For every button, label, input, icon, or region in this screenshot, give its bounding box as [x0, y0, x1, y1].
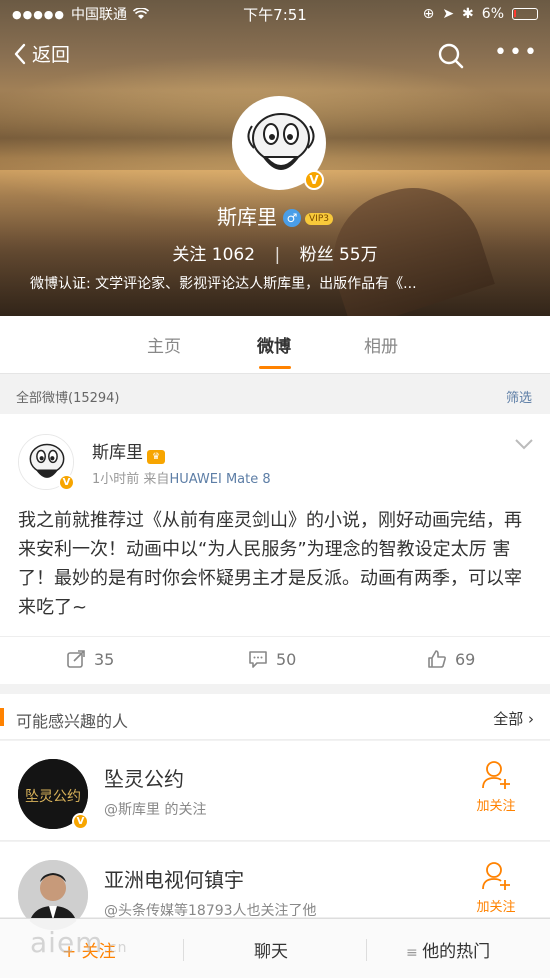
list-item[interactable]: 亚洲电视何镇宇 @头条传媒等18793人也关注了他 加关注: [0, 842, 550, 930]
recommend-name[interactable]: 坠灵公约: [104, 763, 184, 792]
verified-badge-icon: V: [304, 170, 324, 190]
following-stat[interactable]: 关注 1062: [172, 245, 255, 265]
filter-button[interactable]: 筛选: [506, 387, 532, 406]
add-follow-button[interactable]: 加关注: [468, 860, 524, 922]
verified-badge-icon: V: [58, 474, 75, 491]
following-count: 1062: [211, 245, 256, 265]
tab-home[interactable]: 主页: [147, 332, 181, 357]
add-follow-label: 加关注: [476, 900, 516, 915]
post-source-prefix: 来自: [143, 472, 170, 487]
bottom-divider: [366, 939, 367, 961]
post-author[interactable]: 斯库里 ♛: [92, 438, 165, 464]
tab-weibo[interactable]: 微博: [257, 332, 291, 357]
more-options-icon[interactable]: •••: [494, 42, 537, 68]
profile-cover: ●●●●● 中国联通 下午7:51 ⊕ ➤ ✱ 6% 返回 ••• V 斯库里 …: [0, 0, 550, 331]
watermark-suffix: .cn: [103, 940, 128, 956]
all-weibo-count: 全部微博(15294): [16, 391, 120, 406]
profile-name: 斯库里: [217, 205, 278, 229]
stats-divider: |: [274, 245, 281, 265]
add-user-icon: [482, 761, 510, 789]
recommend-desc: @头条传媒等18793人也关注了他: [104, 903, 317, 919]
repost-icon: [67, 650, 85, 668]
post-source[interactable]: HUAWEI Mate 8: [169, 472, 270, 487]
vip-crown-icon: ♛: [147, 450, 165, 464]
bluetooth-icon: ✱: [462, 6, 474, 22]
repost-button[interactable]: 35: [66, 649, 114, 669]
recommend-title: 可能感兴趣的人: [16, 712, 129, 731]
back-label: 返回: [32, 44, 71, 66]
hot-posts-label: 他的热门: [422, 942, 491, 962]
chevron-down-icon[interactable]: [514, 438, 534, 450]
post-meta: 1小时前 来自HUAWEI Mate 8: [92, 468, 271, 487]
repost-count: 35: [94, 649, 115, 669]
chevron-left-icon: [14, 43, 26, 64]
male-gender-icon: ♂: [283, 209, 302, 227]
list-item[interactable]: 坠灵公约 V 坠灵公约 @斯库里 的关注 加关注: [0, 741, 550, 841]
battery-icon: [512, 8, 538, 20]
back-button[interactable]: 返回: [14, 40, 70, 67]
post-text: 我之前就推荐过《从前有座灵剑山》的小说，刚好动画完结，再来安利一次！动画中以“为…: [18, 510, 522, 618]
add-user-icon: [482, 862, 510, 890]
location-icon: ➤: [442, 6, 455, 22]
recommend-all-label: 全部: [493, 710, 524, 728]
chevron-right-icon: ›: [528, 710, 534, 728]
bottom-divider: [183, 939, 184, 961]
section-accent-bar: [0, 708, 4, 726]
add-follow-button[interactable]: 加关注: [468, 759, 524, 821]
profile-page: ●●●●● 中国联通 下午7:51 ⊕ ➤ ✱ 6% 返回 ••• V 斯库里 …: [0, 0, 550, 978]
vip-badge[interactable]: VIP3: [305, 213, 333, 225]
verified-badge-icon: V: [72, 813, 89, 830]
menu-icon: ≡: [406, 945, 423, 961]
followers-stat[interactable]: 粉丝 55万: [300, 245, 378, 265]
nav-bar: 返回 •••: [0, 36, 550, 76]
profile-tabs: 主页 微博 相册: [0, 316, 550, 374]
add-follow-label: 加关注: [476, 799, 516, 814]
comment-icon: [249, 651, 267, 668]
chat-button[interactable]: 聊天: [254, 937, 288, 962]
watermark-main: aiem: [30, 926, 104, 959]
post-time: 1小时前: [92, 472, 140, 487]
tab-album[interactable]: 相册: [364, 332, 398, 357]
recommend-name[interactable]: 亚洲电视何镇宇: [104, 864, 244, 893]
hot-posts-button[interactable]: ≡ 他的热门: [406, 937, 490, 962]
filter-bar: 全部微博(15294) 筛选: [0, 375, 550, 413]
followers-label: 粉丝: [299, 245, 334, 265]
profile-name-row: 斯库里 ♂ VIP3: [0, 201, 550, 230]
status-bar: ●●●●● 中国联通 下午7:51 ⊕ ➤ ✱ 6%: [0, 0, 550, 28]
post-actions: 35 50 69: [0, 636, 550, 684]
site-watermark: aiem.cn: [30, 926, 127, 959]
comment-count: 50: [276, 649, 297, 669]
like-button[interactable]: 69: [427, 649, 475, 669]
active-tab-indicator: [259, 366, 291, 369]
battery-percent: 6%: [481, 6, 504, 22]
comment-button[interactable]: 50: [248, 649, 296, 669]
thumbs-up-icon: [428, 650, 446, 668]
weibo-post[interactable]: V 斯库里 ♛ 1小时前 来自HUAWEI Mate 8 我之前就推荐过《从前有座…: [0, 414, 550, 684]
recommend-all-link[interactable]: 全部 ›: [493, 708, 534, 729]
avatar-logo-text: 坠灵公约: [25, 789, 81, 805]
followers-count: 55万: [338, 245, 378, 265]
search-icon[interactable]: [436, 41, 466, 71]
like-count: 69: [455, 649, 476, 669]
recommend-header: 可能感兴趣的人 全部 ›: [0, 694, 550, 740]
following-label: 关注: [172, 245, 207, 265]
recommend-desc: @斯库里 的关注: [104, 802, 207, 818]
post-author-name: 斯库里: [92, 443, 143, 463]
lock-rotation-icon: ⊕: [422, 6, 435, 22]
follow-stats: 关注 1062 | 粉丝 55万: [0, 240, 550, 265]
verification-text[interactable]: 微博认证: 文学评论家、影视评论达人斯库里，出版作品有《...: [30, 273, 520, 293]
